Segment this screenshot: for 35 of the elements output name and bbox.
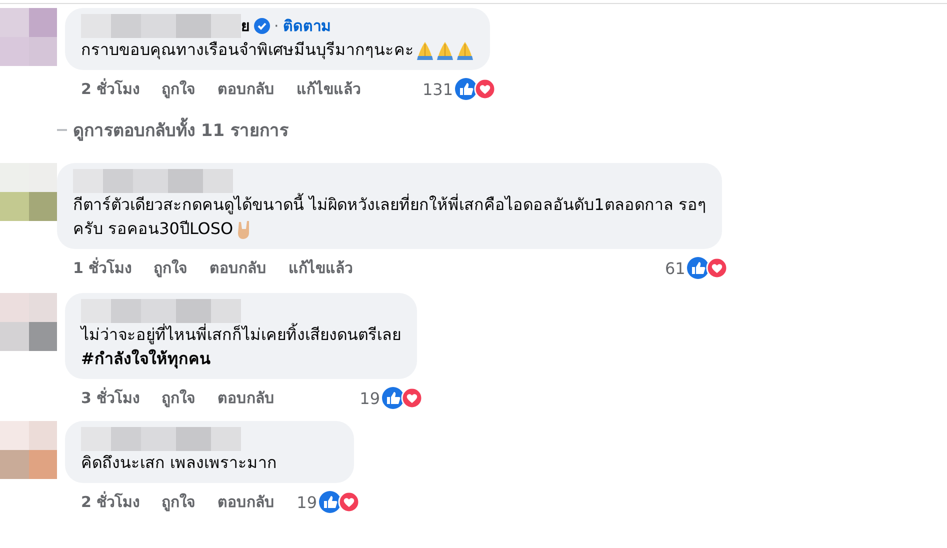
reply-link[interactable]: ตอบกลับ [218,386,275,410]
reaction-count[interactable]: 19 [360,388,380,408]
timestamp[interactable]: 3 ชั่วโมง [81,386,140,410]
follow-link[interactable]: ติดตาม [282,14,331,38]
reaction-count[interactable]: 61 [665,258,686,278]
like-icon [687,257,710,279]
like-icon [455,78,477,100]
timestamp[interactable]: 2 ชั่วโมง [81,490,140,514]
like-link[interactable]: ถูกใจ [162,77,196,101]
like-link[interactable]: ถูกใจ [154,256,188,280]
comment-text: กีตาร์ตัวเดียวสะกดคนดูได้ขนาดนี้ ไม่ผิดหวังเลยที่ยกให้พี่เสกคือไอดอลอันดับ1ตลอดกาล รอๆ [73,193,706,216]
comment-text: ครับ รอคอน30ปีLOSO [73,218,234,240]
reaction-count[interactable]: 131 [422,80,453,98]
like-link[interactable]: ถูกใจ [162,386,196,410]
timestamp[interactable]: 1 ชั่วโมง [73,256,132,280]
edited-label: แก้ไขแล้ว [296,79,361,100]
reply-link[interactable]: ตอบกลับ [218,77,275,101]
hashtag-link[interactable]: #กำลังใจให้ทุกคน [81,347,401,371]
like-link[interactable]: ถูกใจ [162,490,196,514]
separator-dot: · [274,16,279,37]
avatar [0,293,57,351]
timestamp[interactable]: 2 ชั่วโมง [81,77,140,101]
author-name[interactable]: ย [241,14,250,38]
avatar [0,421,57,479]
like-icon [319,491,342,513]
comment-text: ไม่ว่าจะอยู่ที่ไหนพี่เสกก็ไม่เคยทิ้งเสียงดนตรีเลย [81,323,401,346]
like-icon [382,387,404,409]
avatar [0,8,57,66]
comment-text: คิดถึงนะเสก เพลงเพราะมาก [81,452,278,474]
reply-link[interactable]: ตอบกลับ [210,256,267,280]
reply-link[interactable]: ตอบกลับ [218,490,275,514]
view-replies-link[interactable]: ดูการตอบกลับทั้ง 11 รายการ [73,116,288,143]
edited-label: แก้ไขแล้ว [288,258,353,279]
comment-text: กราบขอบคุณทางเรือนจำพิเศษมีนบุรีมากๆนะคะ [81,39,414,62]
reaction-count[interactable]: 19 [296,492,318,512]
